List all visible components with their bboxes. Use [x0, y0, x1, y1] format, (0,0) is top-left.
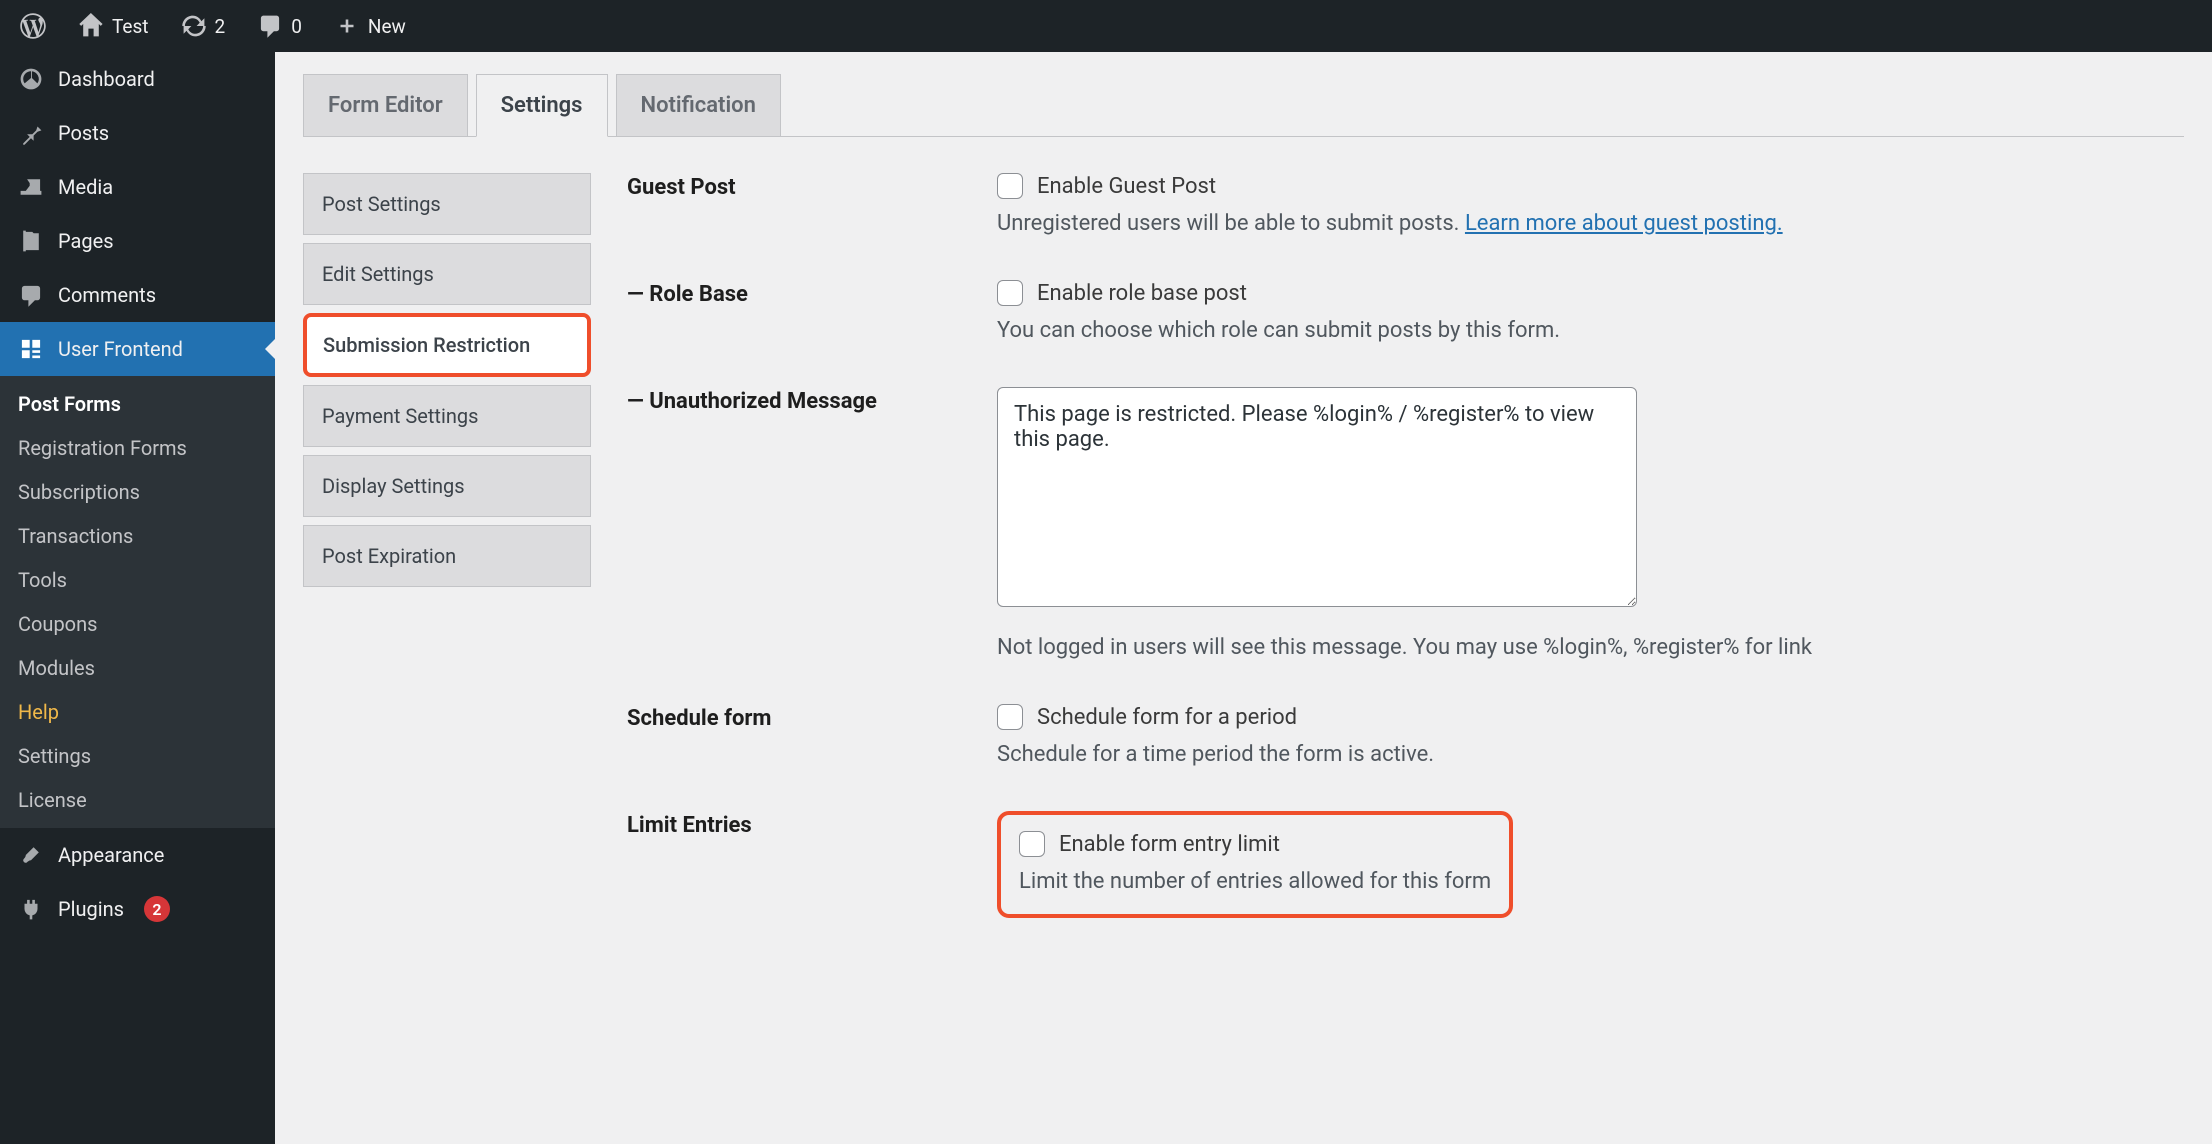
checkbox-label: Schedule form for a period	[1037, 705, 1297, 730]
row-unauth-message: — Unauthorized Message Not logged in use…	[627, 387, 2184, 660]
label-role-base: — Role Base	[627, 280, 997, 307]
submenu-post-forms[interactable]: Post Forms	[0, 382, 275, 426]
row-guest-post: Guest Post Enable Guest Post Unregistere…	[627, 173, 2184, 236]
adminbar-new[interactable]: New	[324, 0, 416, 52]
submenu-help[interactable]: Help	[0, 690, 275, 734]
tab-form-editor[interactable]: Form Editor	[303, 74, 468, 136]
settings-nav-display-settings[interactable]: Display Settings	[303, 455, 591, 517]
wp-logo[interactable]	[10, 0, 56, 52]
helper-limit: Limit the number of entries allowed for …	[1019, 869, 1491, 894]
label-limit-entries: Limit Entries	[627, 811, 997, 838]
row-schedule-form: Schedule form Schedule form for a period…	[627, 704, 2184, 767]
sidebar-label: Media	[58, 175, 113, 199]
submenu-license[interactable]: License	[0, 778, 275, 822]
checkbox-label: Enable form entry limit	[1059, 832, 1280, 857]
userfrontend-icon	[18, 336, 44, 362]
dashboard-icon	[18, 66, 44, 92]
sidebar-item-posts[interactable]: Posts	[0, 106, 275, 160]
submenu-modules[interactable]: Modules	[0, 646, 275, 690]
form-panel: Guest Post Enable Guest Post Unregistere…	[627, 137, 2184, 962]
content-area: Form Editor Settings Notification Post S…	[275, 52, 2212, 1144]
plug-icon	[18, 896, 44, 922]
sidebar-submenu: Post Forms Registration Forms Subscripti…	[0, 376, 275, 828]
pin-icon	[18, 120, 44, 146]
site-name: Test	[112, 15, 149, 38]
textarea-unauth-message[interactable]	[997, 387, 1637, 607]
settings-nav-submission-restriction[interactable]: Submission Restriction	[303, 313, 591, 377]
submenu-transactions[interactable]: Transactions	[0, 514, 275, 558]
updates-count: 2	[215, 15, 226, 38]
helper-unauth: Not logged in users will see this messag…	[997, 635, 2184, 660]
settings-nav-post-expiration[interactable]: Post Expiration	[303, 525, 591, 587]
brush-icon	[18, 842, 44, 868]
sidebar-item-appearance[interactable]: Appearance	[0, 828, 275, 882]
label-schedule-form: Schedule form	[627, 704, 997, 731]
comments-count: 0	[291, 15, 302, 38]
tab-notification[interactable]: Notification	[616, 74, 781, 136]
settings-nav-payment-settings[interactable]: Payment Settings	[303, 385, 591, 447]
comment-icon	[257, 13, 283, 39]
submenu-subscriptions[interactable]: Subscriptions	[0, 470, 275, 514]
sidebar-item-user-frontend[interactable]: User Frontend	[0, 322, 275, 376]
checkbox-enable-guest-post[interactable]	[997, 173, 1023, 199]
sidebar-label: User Frontend	[58, 337, 183, 361]
row-role-base: — Role Base Enable role base post You ca…	[627, 280, 2184, 343]
submenu-tools[interactable]: Tools	[0, 558, 275, 602]
submenu-settings[interactable]: Settings	[0, 734, 275, 778]
plus-icon	[334, 13, 360, 39]
adminbar-updates[interactable]: 2	[171, 0, 236, 52]
adminbar-comments[interactable]: 0	[247, 0, 312, 52]
update-icon	[181, 13, 207, 39]
sidebar-label: Appearance	[58, 843, 164, 867]
plugin-update-badge: 2	[144, 896, 170, 922]
helper-schedule: Schedule for a time period the form is a…	[997, 742, 2184, 767]
checkbox-label: Enable Guest Post	[1037, 174, 1216, 199]
form-tabs: Form Editor Settings Notification	[303, 74, 2184, 137]
sidebar-item-comments[interactable]: Comments	[0, 268, 275, 322]
sidebar-item-media[interactable]: Media	[0, 160, 275, 214]
highlight-limit-entries: Enable form entry limit Limit the number…	[997, 811, 1513, 918]
wordpress-icon	[20, 13, 46, 39]
comment-icon	[18, 282, 44, 308]
sidebar-label: Plugins	[58, 897, 124, 921]
tab-settings[interactable]: Settings	[476, 74, 608, 137]
page-icon	[18, 228, 44, 254]
row-limit-entries: Limit Entries Enable form entry limit Li…	[627, 811, 2184, 918]
link-learn-guest-posting[interactable]: Learn more about guest posting.	[1465, 211, 1783, 236]
checkbox-schedule-form[interactable]	[997, 704, 1023, 730]
sidebar-item-pages[interactable]: Pages	[0, 214, 275, 268]
sidebar-item-dashboard[interactable]: Dashboard	[0, 52, 275, 106]
checkbox-enable-role-base[interactable]	[997, 280, 1023, 306]
label-guest-post: Guest Post	[627, 173, 997, 200]
submenu-coupons[interactable]: Coupons	[0, 602, 275, 646]
settings-nav-post-settings[interactable]: Post Settings	[303, 173, 591, 235]
label-unauth-message: — Unauthorized Message	[627, 387, 997, 414]
settings-nav: Post Settings Edit Settings Submission R…	[303, 173, 591, 962]
home-icon	[78, 13, 104, 39]
sidebar-item-plugins[interactable]: Plugins 2	[0, 882, 275, 936]
admin-bar: Test 2 0 New	[0, 0, 2212, 52]
checkbox-label: Enable role base post	[1037, 281, 1247, 306]
adminbar-site[interactable]: Test	[68, 0, 159, 52]
helper-role-base: You can choose which role can submit pos…	[997, 318, 2184, 343]
helper-guest-post: Unregistered users will be able to submi…	[997, 211, 2184, 236]
new-label: New	[368, 15, 406, 38]
sidebar-label: Comments	[58, 283, 156, 307]
checkbox-enable-entry-limit[interactable]	[1019, 831, 1045, 857]
sidebar-label: Pages	[58, 229, 114, 253]
admin-sidebar: Dashboard Posts Media Pages Comments Use…	[0, 52, 275, 1144]
sidebar-label: Dashboard	[58, 67, 155, 91]
settings-nav-edit-settings[interactable]: Edit Settings	[303, 243, 591, 305]
submenu-registration-forms[interactable]: Registration Forms	[0, 426, 275, 470]
media-icon	[18, 174, 44, 200]
sidebar-label: Posts	[58, 121, 109, 145]
